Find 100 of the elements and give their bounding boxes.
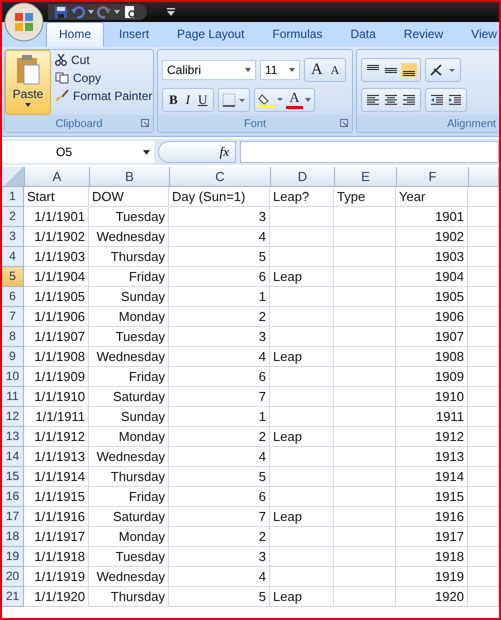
row-header[interactable]: 8	[2, 327, 24, 347]
formula-field[interactable]	[240, 141, 499, 163]
dialog-launcher-icon[interactable]	[340, 119, 348, 127]
dialog-launcher-icon[interactable]	[141, 119, 149, 127]
row-header[interactable]: 4	[2, 247, 24, 267]
indent-icon[interactable]	[429, 93, 445, 107]
borders-icon[interactable]	[222, 93, 246, 107]
table-cell	[334, 347, 396, 367]
column-header[interactable]: E	[335, 167, 397, 187]
row-header[interactable]: 12	[2, 407, 24, 427]
row-header[interactable]: 15	[2, 467, 24, 487]
row-header[interactable]: 16	[2, 487, 24, 507]
ribbon-tab[interactable]: View	[458, 22, 499, 47]
table-cell	[334, 507, 396, 527]
row-header[interactable]: 21	[2, 587, 24, 607]
table-cell	[334, 247, 396, 267]
table-cell	[334, 367, 396, 387]
caret-icon[interactable]	[114, 10, 120, 14]
table-cell: 1/1/1919	[24, 567, 89, 587]
row-header[interactable]: 20	[2, 567, 24, 587]
table-cell	[468, 527, 499, 547]
fill-color-icon[interactable]	[258, 92, 284, 108]
name-box[interactable]: O5	[2, 141, 154, 163]
column-header[interactable]: C	[170, 167, 271, 187]
caret-icon[interactable]	[304, 98, 311, 102]
format-painter-button[interactable]: Format Painter	[55, 88, 152, 104]
save-icon[interactable]	[54, 5, 68, 19]
ribbon-tab[interactable]: Review	[390, 22, 456, 47]
ribbon-tab[interactable]: Formulas	[259, 22, 336, 47]
row-header[interactable]: 9	[2, 347, 24, 367]
table-cell: 1/1/1905	[24, 287, 89, 307]
table-cell	[270, 527, 334, 547]
table-cell	[334, 407, 396, 427]
table-cell: Thursday	[89, 587, 169, 607]
row-header[interactable]: 18	[2, 527, 24, 547]
column-header[interactable]: B	[90, 167, 170, 187]
column-header[interactable]: F	[397, 167, 469, 187]
table-cell: 1/1/1904	[24, 267, 89, 287]
customize-toolbar-icon[interactable]	[167, 8, 175, 16]
underline-button[interactable]: U	[195, 92, 210, 108]
row-header[interactable]: 19	[2, 547, 24, 567]
vertical-align-icon[interactable]	[401, 63, 417, 77]
table-cell: 1/1/1916	[24, 507, 89, 527]
table-cell: 1/1/1901	[24, 207, 89, 227]
horizontal-align-icon[interactable]	[383, 93, 399, 107]
table-cell: 1/1/1908	[24, 347, 89, 367]
copy-icon	[55, 72, 69, 84]
table-cell	[468, 307, 499, 327]
font-color-button[interactable]: A	[286, 92, 303, 108]
orientation-icon[interactable]	[429, 63, 457, 77]
table-cell: Friday	[89, 487, 169, 507]
shrink-font-button[interactable]: A	[328, 62, 342, 78]
caret-icon[interactable]	[88, 10, 94, 14]
table-cell: Monday	[89, 527, 169, 547]
table-cell: Tuesday	[89, 547, 169, 567]
column-header[interactable]: A	[25, 167, 90, 187]
copy-button[interactable]: Copy	[55, 70, 152, 86]
table-cell	[334, 587, 396, 607]
insert-function-button[interactable]: fx	[220, 144, 229, 160]
table-cell: Leap	[270, 427, 334, 447]
bold-button[interactable]: B	[166, 92, 181, 108]
redo-icon[interactable]	[97, 5, 111, 19]
italic-button[interactable]: I	[182, 92, 194, 108]
table-cell: 1/1/1902	[24, 227, 89, 247]
table-cell: 1/1/1910	[24, 387, 89, 407]
table-cell	[270, 387, 334, 407]
row-header[interactable]: 1	[2, 187, 24, 207]
table-cell	[468, 347, 499, 367]
paste-button[interactable]: Paste	[5, 50, 51, 115]
ribbon-tab[interactable]: Home	[46, 22, 104, 47]
table-cell: 1908	[396, 347, 468, 367]
horizontal-align-icon[interactable]	[401, 93, 417, 107]
ribbon-tab[interactable]: Insert	[106, 22, 162, 47]
row-header[interactable]: 7	[2, 307, 24, 327]
row-header[interactable]: 2	[2, 207, 24, 227]
table-cell	[334, 307, 396, 327]
row-header[interactable]: 10	[2, 367, 24, 387]
table-cell	[468, 267, 499, 287]
table-cell: 1/1/1911	[24, 407, 89, 427]
table-cell: 2	[169, 527, 270, 547]
table-cell: Leap?	[270, 187, 334, 207]
row-header[interactable]: 6	[2, 287, 24, 307]
row-header[interactable]: 13	[2, 427, 24, 447]
column-header[interactable]: D	[271, 167, 335, 187]
grow-font-button[interactable]: A	[308, 61, 326, 79]
print-preview-icon[interactable]	[123, 5, 137, 19]
row-header[interactable]: 3	[2, 227, 24, 247]
ribbon-tab[interactable]: Data	[337, 22, 389, 47]
font-size-dropdown[interactable]: 11	[260, 60, 300, 80]
table-cell	[468, 547, 499, 567]
indent-icon[interactable]	[447, 93, 463, 107]
table-cell	[334, 287, 396, 307]
font-name-dropdown[interactable]: Calibri	[162, 60, 256, 80]
row-header[interactable]: 17	[2, 507, 24, 527]
row-header[interactable]: 14	[2, 447, 24, 467]
cut-button[interactable]: Cut	[55, 52, 152, 68]
row-header[interactable]: 5	[2, 267, 24, 287]
horizontal-align-icon[interactable]	[365, 93, 381, 107]
ribbon-tab[interactable]: Page Layout	[164, 22, 258, 47]
row-header[interactable]: 11	[2, 387, 24, 407]
